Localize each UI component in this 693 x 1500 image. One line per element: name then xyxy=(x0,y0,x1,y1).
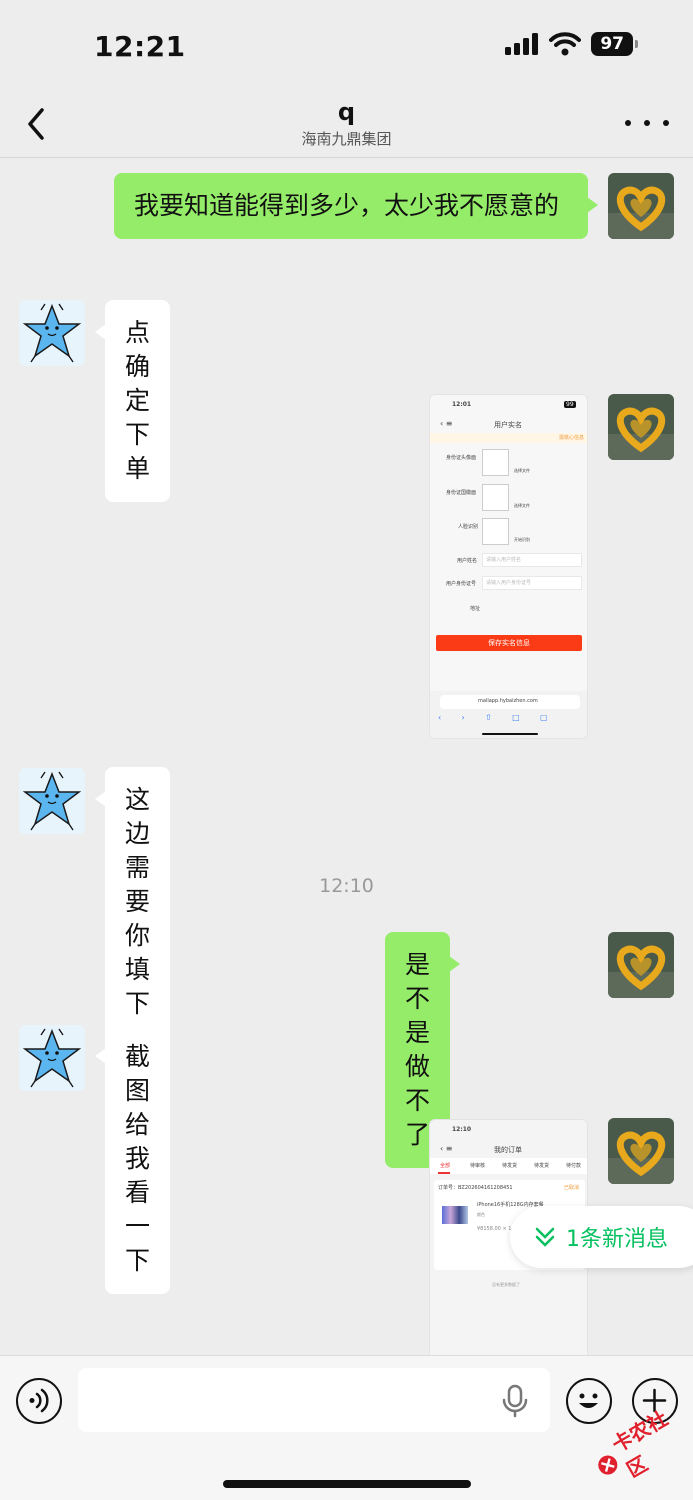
shot-face-label: 开始识别 xyxy=(514,537,530,542)
shot-upload-label: 选择文件 xyxy=(514,503,530,508)
shot-footer: 没有更多数据了 xyxy=(492,1282,520,1287)
shot-product-price: ¥8158.00 × 1 xyxy=(477,1226,512,1232)
shot-notice: 需核心信息 xyxy=(559,435,585,441)
star-character-avatar xyxy=(19,1025,85,1091)
shot-order-status: 已取消 xyxy=(564,1185,580,1191)
microphone-icon[interactable] xyxy=(500,1384,530,1418)
star-character-avatar xyxy=(19,300,85,366)
shot-title: 用户实名 xyxy=(494,421,522,429)
shot-home-indicator xyxy=(482,733,538,735)
chat-header: q 海南九鼎集团 xyxy=(0,92,693,158)
signal-icon xyxy=(505,33,539,55)
shot-back-icon: ‹ ≡ xyxy=(440,419,453,428)
chat-subtitle: 海南九鼎集团 xyxy=(301,130,392,148)
voice-mode-button[interactable] xyxy=(16,1378,62,1424)
shot-product-image xyxy=(442,1206,468,1224)
my-avatar[interactable] xyxy=(608,173,674,239)
shot-tab: 待付款 xyxy=(566,1163,582,1169)
heart-photo-avatar xyxy=(608,932,674,998)
status-icons: 97 xyxy=(505,32,638,56)
shot-tab: 待发货 xyxy=(502,1163,518,1169)
smiley-icon xyxy=(579,1393,598,1408)
shot-time: 12:10 xyxy=(452,1126,472,1133)
shot-row-label: 人脸识别 xyxy=(458,524,479,530)
contact-avatar[interactable] xyxy=(19,1025,85,1091)
shot-name-input: 请输入用户姓名 xyxy=(482,553,582,567)
shot-row-label: 身份证国徽面 xyxy=(446,490,477,496)
input-bar xyxy=(0,1355,693,1500)
my-avatar[interactable] xyxy=(608,1118,674,1184)
status-bar: 12:21 97 xyxy=(0,0,693,92)
shot-battery: 99 xyxy=(564,401,576,408)
chat-timestamp: 12:10 xyxy=(319,875,374,897)
chat-title: q xyxy=(337,98,356,126)
contact-avatar[interactable] xyxy=(19,300,85,366)
wifi-icon xyxy=(549,32,582,56)
message-bubble[interactable]: 我要知道能得到多少，太少我不愿意的 xyxy=(114,173,598,239)
my-avatar[interactable] xyxy=(608,394,674,460)
shot-product-sub: 颜色 xyxy=(477,1212,485,1217)
shot-submit-button: 保存实名信息 xyxy=(436,635,582,651)
shot-back-icon: ‹ ≡ xyxy=(440,1144,453,1153)
shot-name-label: 用户姓名 xyxy=(457,558,478,564)
heart-photo-avatar xyxy=(608,173,674,239)
star-character-avatar xyxy=(19,768,85,834)
battery-indicator: 97 xyxy=(591,32,638,56)
heart-photo-avatar xyxy=(608,394,674,460)
shot-time: 12:01 xyxy=(452,401,472,408)
shot-id-input: 请输入用户身份证号 xyxy=(482,576,582,590)
shot-upload-box xyxy=(482,484,509,511)
message-input[interactable] xyxy=(78,1368,550,1432)
home-indicator xyxy=(223,1480,471,1488)
message-bubble[interactable]: 点确定下单 xyxy=(94,300,171,502)
chat-messages[interactable]: 我要知道能得到多少，太少我不愿意的 点确定下单 12:01 99 ‹ ≡ 用户实… xyxy=(0,158,693,1355)
new-message-label: 1条新消息 xyxy=(566,1227,668,1252)
screenshot-thumbnail[interactable]: 12:01 99 ‹ ≡ 用户实名 需核心信息 身份证头像面 选择文件 身份证国… xyxy=(429,394,588,739)
contact-avatar[interactable] xyxy=(19,768,85,834)
shot-title: 我的订单 xyxy=(494,1146,522,1154)
shot-tab: 待审核 xyxy=(470,1163,486,1169)
shot-tab: 全部 xyxy=(440,1163,451,1169)
new-message-pill[interactable]: 1条新消息 xyxy=(510,1206,693,1268)
shot-upload-box xyxy=(482,518,509,545)
shot-row-label: 身份证头像面 xyxy=(446,455,477,461)
message-bubble[interactable]: 截图给我看一下 xyxy=(94,1024,171,1294)
heart-photo-avatar xyxy=(608,1118,674,1184)
shot-address-label: 地址 xyxy=(470,606,481,612)
shot-upload-box xyxy=(482,449,509,476)
voice-waves-icon xyxy=(29,1388,49,1413)
shot-tab: 待发货 xyxy=(534,1163,550,1169)
shot-upload-label: 选择文件 xyxy=(514,468,530,473)
shot-id-label: 用户身份证号 xyxy=(446,581,477,587)
emoji-button[interactable] xyxy=(566,1378,612,1424)
shot-browser-nav-icons: ‹ › ⇧ □ ▢ xyxy=(438,713,548,722)
my-avatar[interactable] xyxy=(608,932,674,998)
shot-tab-underline xyxy=(438,1172,450,1174)
double-chevron-down-icon xyxy=(535,1227,555,1247)
status-time: 12:21 xyxy=(94,30,186,63)
shot-order-no: 订单号：BZ202604161208451 xyxy=(438,1185,513,1191)
shot-url: mallapp.hybaizhen.com xyxy=(478,698,538,704)
more-options-icon[interactable] xyxy=(625,108,669,138)
